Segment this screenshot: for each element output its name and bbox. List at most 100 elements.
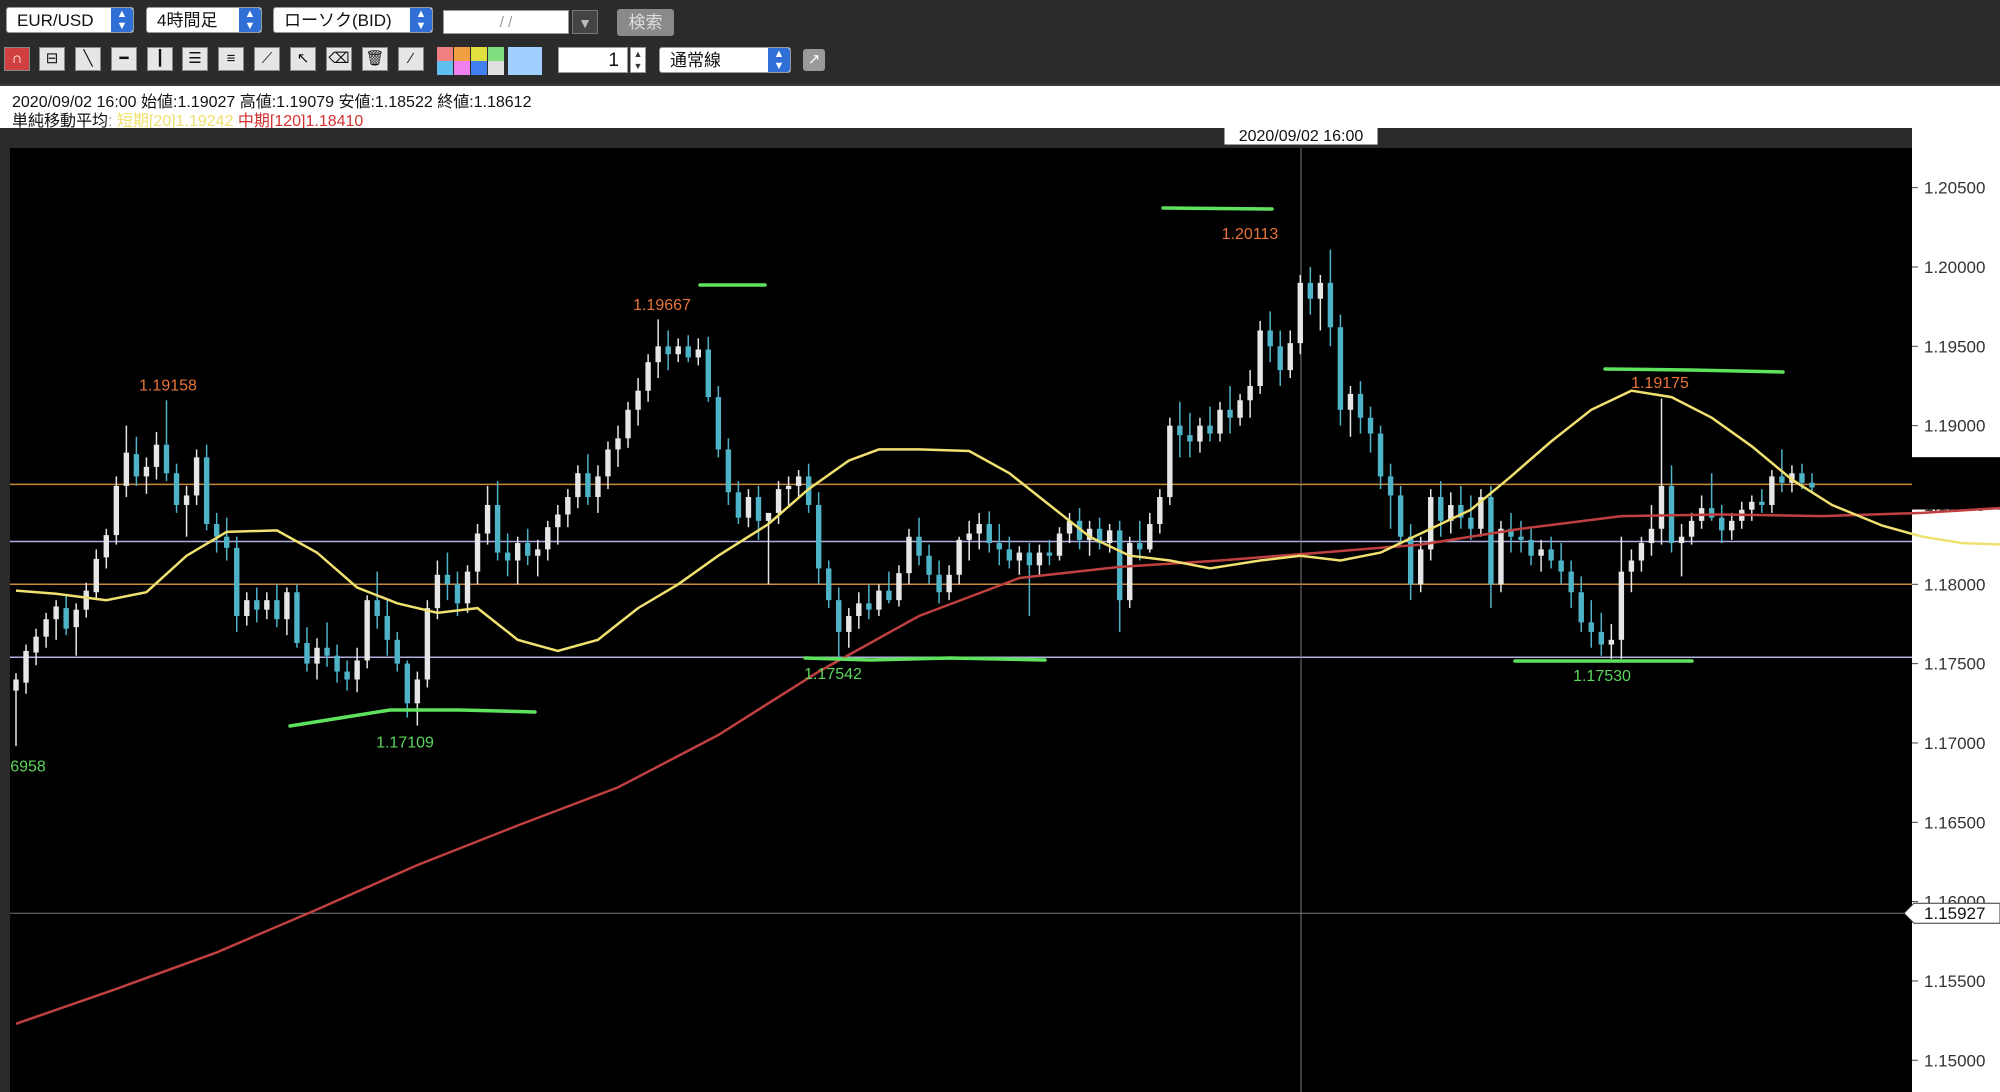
crosshair-price-label: 1.15927 <box>1924 904 1985 923</box>
candle-body <box>655 346 661 363</box>
line-type-select[interactable]: 通常線 ▲ ▼ <box>659 47 791 73</box>
high-annotation: 1.19175 <box>1631 375 1689 392</box>
candle-body <box>33 636 39 653</box>
candle-body <box>916 536 922 556</box>
low-annotation: 1.17109 <box>376 735 434 752</box>
candle-body <box>1377 433 1384 477</box>
chart-type-label: ローソク(BID) <box>284 11 392 30</box>
candle-body <box>1528 539 1534 556</box>
candle-body <box>1608 639 1615 645</box>
color-swatch[interactable] <box>454 61 470 75</box>
color-swatch[interactable] <box>437 61 453 75</box>
y-tick-label: 1.17000 <box>1924 734 1985 753</box>
symbol-select[interactable]: EUR/USD ▲ ▼ <box>6 7 134 33</box>
candle-body <box>494 504 501 553</box>
candle-body <box>254 600 260 610</box>
candle-body <box>224 536 230 548</box>
crosshair-time-label: 2020/09/02 16:00 <box>1239 128 1364 145</box>
color-swatch[interactable] <box>454 47 470 61</box>
candle-body <box>113 485 120 536</box>
color-swatch[interactable] <box>488 61 504 75</box>
cursor-info-icon[interactable]: ⊟ <box>39 47 65 71</box>
candle-body <box>1297 282 1303 344</box>
color-swatch[interactable] <box>488 47 504 61</box>
candle-body <box>1227 409 1233 418</box>
candle-body <box>545 527 551 550</box>
candle-body <box>1327 282 1334 328</box>
chevron-updown-icon: ▲ ▼ <box>239 8 261 32</box>
candle-body <box>926 555 932 575</box>
candle-body <box>1106 530 1113 544</box>
candle-body <box>1658 485 1665 529</box>
low-annotation: 6958 <box>10 759 46 776</box>
trash-icon[interactable]: 🗑 <box>362 47 388 71</box>
candle-body <box>314 647 320 664</box>
color-palette[interactable] <box>436 47 546 75</box>
candle-body <box>1387 476 1394 496</box>
candle-body <box>1177 425 1183 436</box>
candle-body <box>785 485 792 490</box>
candle-body <box>1498 528 1504 585</box>
candle-body <box>1207 425 1213 434</box>
pointer-icon[interactable]: ↖ <box>290 47 316 71</box>
candle-body <box>23 650 29 683</box>
date-input[interactable]: / / <box>443 10 569 34</box>
candle-body <box>645 362 651 391</box>
timeframe-select[interactable]: 4時間足 ▲ ▼ <box>146 7 262 33</box>
candle-body <box>1588 622 1594 632</box>
candle-body <box>484 504 491 534</box>
candle-body <box>103 535 110 558</box>
candle-body <box>1749 501 1755 510</box>
magnet-icon[interactable]: ∩ <box>4 47 30 71</box>
selected-color[interactable] <box>508 47 542 75</box>
horizontal-line-icon[interactable]: ━ <box>111 47 137 71</box>
candle-body <box>1277 346 1283 371</box>
candle-body <box>404 663 411 704</box>
candle-body <box>284 592 290 620</box>
candle-body <box>294 592 300 644</box>
candle-body <box>93 558 99 593</box>
candle-body <box>73 609 79 628</box>
channel-icon[interactable]: ☰ <box>182 47 208 71</box>
candle-body <box>274 600 280 620</box>
calendar-dropdown-button[interactable]: ▼ <box>572 10 598 34</box>
candle-body <box>1759 501 1765 505</box>
candle-body <box>1548 549 1554 561</box>
search-button[interactable]: 検索 <box>617 9 674 36</box>
price-chart[interactable]: 1.205001.200001.195001.190001.185001.180… <box>0 128 2000 1092</box>
y-tick-label: 1.19000 <box>1924 417 1985 436</box>
candle-body <box>665 346 671 355</box>
candle-body <box>1468 517 1474 529</box>
candle-body <box>334 655 340 672</box>
color-swatch[interactable] <box>437 47 453 61</box>
trendline-icon[interactable]: ╲ <box>75 47 101 71</box>
candle-body <box>775 489 782 513</box>
candle-body <box>1518 536 1524 540</box>
eraser-icon[interactable]: ⌫ <box>326 47 352 71</box>
draw-settings-icon[interactable]: ⁄ <box>398 47 424 71</box>
gann-fan-icon[interactable]: ⟋ <box>254 47 280 71</box>
candle-body <box>866 603 872 610</box>
color-swatch[interactable] <box>471 47 487 61</box>
high-annotation: 1.19158 <box>139 378 197 395</box>
candle-body <box>555 514 561 528</box>
candle-body <box>1357 393 1364 418</box>
candle-body <box>1407 536 1414 585</box>
stepper-icon[interactable]: ▲ ▼ <box>630 47 646 73</box>
candle-body <box>906 536 912 574</box>
line-width-input[interactable]: 1 <box>558 47 628 73</box>
candle-body <box>1036 552 1043 566</box>
line-type-label: 通常線 <box>670 51 721 70</box>
candle-body <box>705 349 712 398</box>
marker-stroke <box>803 656 1047 662</box>
candle-body <box>143 466 150 477</box>
chevron-updown-icon: ▲ ▼ <box>410 8 432 32</box>
vertical-line-icon[interactable]: ┃ <box>147 47 173 71</box>
fibonacci-icon[interactable]: ≡ <box>218 47 244 71</box>
candle-body <box>996 543 1002 550</box>
candle-body <box>354 660 360 680</box>
chart-type-select[interactable]: ローソク(BID) ▲ ▼ <box>273 7 433 33</box>
arrow-upright-icon[interactable]: ↗ <box>803 49 825 71</box>
color-swatch[interactable] <box>471 61 487 75</box>
candle-body <box>1417 549 1424 585</box>
